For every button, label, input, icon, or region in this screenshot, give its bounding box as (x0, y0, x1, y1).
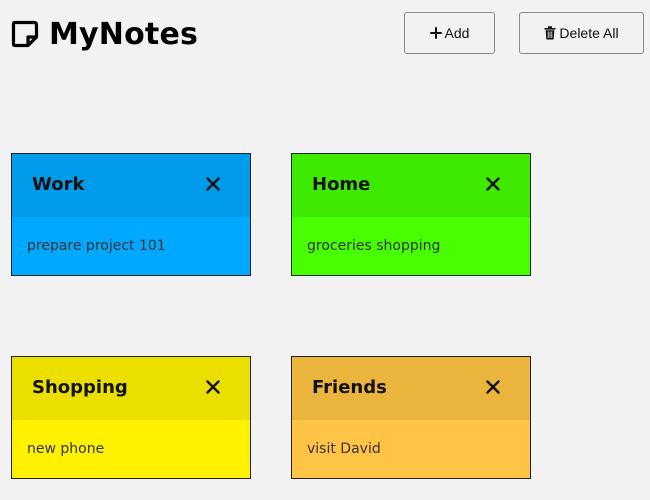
sticky-note-icon (11, 20, 39, 48)
note-body: new phone (27, 441, 105, 457)
note-title: Work (32, 174, 85, 195)
brand: MyNotes (11, 14, 198, 54)
note-header: Work (12, 154, 250, 217)
close-icon[interactable] (206, 380, 220, 394)
header: MyNotes Add Delete All (0, 0, 650, 70)
note-header: Shopping (12, 357, 250, 420)
app-title: MyNotes (49, 16, 199, 52)
delete-all-label: Delete All (559, 25, 619, 41)
close-icon[interactable] (206, 177, 220, 191)
note-card: Work prepare project 101 (11, 153, 251, 276)
add-button-label: Add (444, 25, 470, 41)
note-body: prepare project 101 (27, 238, 166, 254)
note-header: Friends (292, 357, 530, 420)
trash-icon (544, 26, 556, 40)
note-title: Friends (312, 377, 387, 398)
plus-icon (429, 27, 442, 39)
close-icon[interactable] (486, 380, 500, 394)
note-title: Shopping (32, 377, 128, 398)
add-note-button[interactable]: Add (404, 12, 495, 54)
note-title: Home (312, 174, 371, 195)
delete-all-button[interactable]: Delete All (519, 12, 644, 54)
note-card: Home groceries shopping (291, 153, 531, 276)
note-card: Shopping new phone (11, 356, 251, 479)
note-card: Friends visit David (291, 356, 531, 479)
note-header: Home (292, 154, 530, 217)
close-icon[interactable] (486, 177, 500, 191)
app-root: MyNotes Add Delete All Work prepare proj… (0, 0, 650, 500)
note-body: visit David (307, 441, 381, 457)
note-body: groceries shopping (307, 238, 441, 254)
